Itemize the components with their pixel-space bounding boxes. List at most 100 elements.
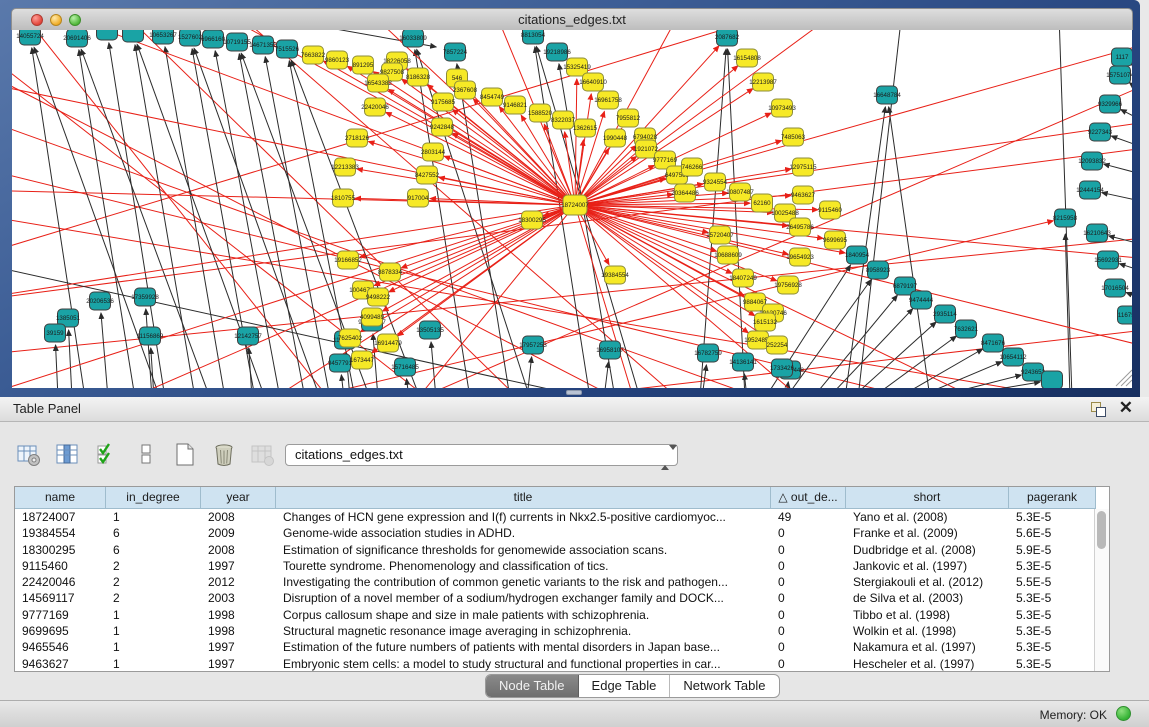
network-node[interactable] [340, 329, 361, 347]
network-node[interactable] [911, 291, 932, 309]
scrollbar-thumb[interactable] [1097, 511, 1106, 549]
network-graph[interactable]: 1872400714055724206914061065326715276026… [12, 30, 1132, 388]
panel-splitter-handle[interactable] [566, 390, 582, 395]
network-node[interactable] [793, 186, 814, 204]
network-node[interactable] [1087, 224, 1108, 242]
network-node[interactable] [1023, 363, 1044, 381]
network-node[interactable] [772, 99, 793, 117]
network-node[interactable] [847, 246, 868, 264]
network-node[interactable] [353, 56, 374, 74]
network-node[interactable] [403, 30, 424, 47]
network-node[interactable] [956, 320, 977, 338]
network-node[interactable] [675, 184, 696, 202]
column-header-in_degree[interactable]: in_degree [106, 487, 201, 509]
table-row[interactable]: 1872400712008Changes of HCN gene express… [15, 509, 1109, 525]
new-table-icon[interactable] [170, 440, 200, 470]
network-node[interactable] [380, 263, 401, 281]
tab-network-table[interactable]: Network Table [670, 675, 778, 697]
table-row[interactable]: 1830029562008Estimation of significance … [15, 542, 1109, 558]
table-row[interactable]: 911546021997Tourette syndrome. Phenomeno… [15, 558, 1109, 574]
network-node[interactable] [605, 129, 626, 147]
network-node[interactable] [575, 119, 596, 137]
network-node[interactable] [432, 118, 453, 136]
network-table-selector[interactable]: citations_edges.txt [285, 444, 678, 466]
network-node[interactable] [153, 30, 174, 44]
table-settings-icon[interactable] [14, 440, 44, 470]
network-node[interactable] [523, 336, 544, 354]
column-header-year[interactable]: year [201, 487, 276, 509]
network-node[interactable] [733, 353, 754, 371]
network-node[interactable] [553, 111, 574, 129]
table-row[interactable]: 1938455462009Genome-wide association stu… [15, 525, 1109, 541]
column-header-short[interactable]: short [846, 487, 1009, 509]
network-node[interactable] [605, 266, 626, 284]
network-node[interactable] [868, 261, 889, 279]
network-node[interactable] [408, 189, 429, 207]
network-node[interactable] [1080, 181, 1101, 199]
network-node[interactable] [1105, 279, 1126, 297]
network-node[interactable] [330, 354, 351, 372]
network-node[interactable] [455, 81, 476, 99]
network-node[interactable] [983, 334, 1004, 352]
network-node[interactable] [563, 195, 587, 215]
network-node[interactable] [1118, 306, 1133, 324]
table-row[interactable]: 977716911998Corpus callosum shape and si… [15, 607, 1109, 623]
select-columns-icon[interactable] [92, 440, 122, 470]
column-header-pagerank[interactable]: pagerank [1009, 487, 1096, 509]
network-node[interactable] [505, 96, 526, 114]
network-node[interactable] [598, 91, 619, 109]
network-node[interactable] [1100, 95, 1121, 113]
network-node[interactable] [636, 140, 657, 158]
network-node[interactable] [203, 30, 224, 48]
network-node[interactable] [180, 30, 201, 46]
table-row[interactable]: 1456911722003Disruption of a novel membe… [15, 590, 1109, 606]
table-row[interactable]: 946554611997Estimation of the future num… [15, 639, 1109, 655]
network-node[interactable] [352, 351, 373, 369]
table-row[interactable]: 946362711997Embryonic stem cells: a mode… [15, 656, 1109, 672]
network-node[interactable] [482, 88, 503, 106]
network-node[interactable] [730, 183, 751, 201]
network-node[interactable] [547, 43, 568, 61]
network-node[interactable] [277, 40, 298, 58]
network-node[interactable] [368, 74, 389, 92]
show-column-icon[interactable] [53, 440, 83, 470]
network-node[interactable] [335, 158, 356, 176]
network-node[interactable] [140, 327, 161, 345]
network-node[interactable] [45, 324, 66, 342]
network-node[interactable] [67, 30, 88, 47]
network-node[interactable] [1110, 66, 1131, 84]
network-node[interactable] [20, 30, 41, 45]
network-node[interactable] [783, 128, 804, 146]
tab-node-table[interactable]: Node Table [486, 675, 579, 697]
network-node[interactable] [445, 43, 466, 61]
column-header-title[interactable]: title [276, 487, 771, 509]
vertical-scrollbar[interactable] [1094, 509, 1109, 671]
column-header-name[interactable]: name [15, 487, 106, 509]
network-node[interactable] [1003, 348, 1024, 366]
network-node[interactable] [327, 51, 348, 69]
network-node[interactable] [530, 104, 551, 122]
network-node[interactable] [793, 158, 814, 176]
network-node[interactable] [753, 73, 774, 91]
network-window-titlebar[interactable]: citations_edges.txt [11, 8, 1133, 30]
network-node[interactable] [1090, 123, 1111, 141]
network-node[interactable] [423, 143, 444, 161]
row-height-icon[interactable] [131, 440, 161, 470]
network-node[interactable] [338, 251, 359, 269]
network-node[interactable] [1112, 48, 1133, 66]
network-node[interactable] [417, 166, 438, 184]
network-node[interactable] [718, 246, 739, 264]
network-node[interactable] [347, 129, 368, 147]
tab-edge-table[interactable]: Edge Table [579, 675, 671, 697]
network-node[interactable] [772, 359, 793, 377]
network-node[interactable] [705, 173, 726, 191]
network-node[interactable] [748, 331, 769, 349]
column-header-out_de[interactable]: △ out_de... [771, 487, 846, 509]
network-node[interactable] [682, 158, 703, 176]
network-node[interactable] [135, 288, 156, 306]
network-node[interactable] [523, 30, 544, 44]
network-node[interactable] [790, 218, 811, 236]
delete-icon[interactable] [209, 440, 239, 470]
network-node[interactable] [618, 109, 639, 127]
network-node[interactable] [253, 36, 274, 54]
